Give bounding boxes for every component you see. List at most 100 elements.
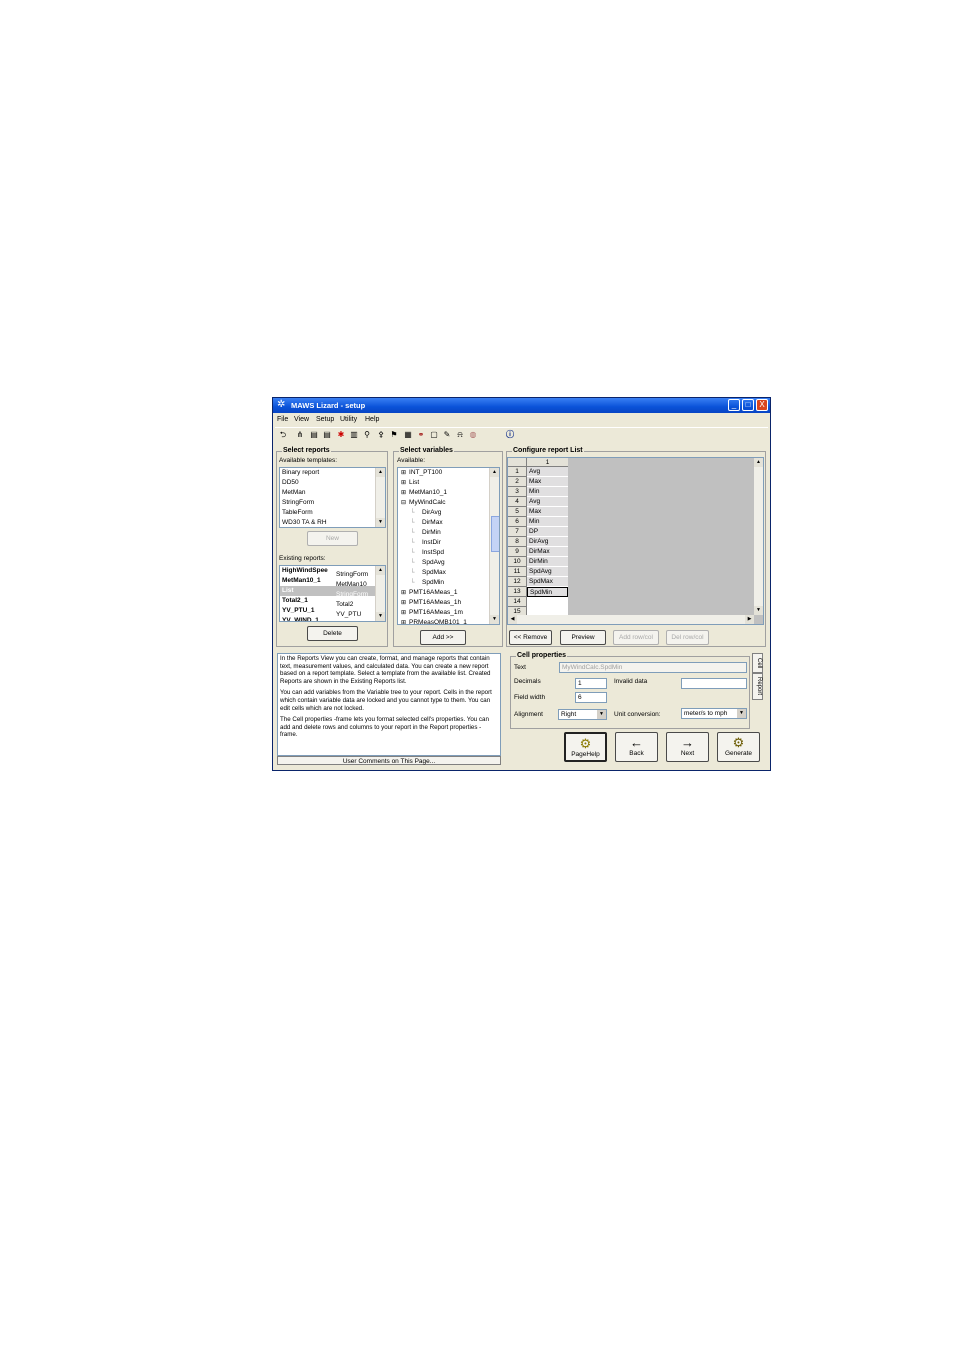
decimals-field[interactable]: 1 [575, 678, 607, 689]
preview-button[interactable]: Preview [560, 630, 606, 645]
expand-icon[interactable]: ⊞ [401, 470, 406, 476]
grid-cell[interactable]: DirMax [527, 547, 568, 557]
grid-cell[interactable]: Max [527, 477, 568, 487]
list-item[interactable]: WD30 TA & RH [280, 518, 385, 527]
grid-row-header[interactable]: 13 [508, 587, 527, 597]
grid-cell[interactable]: SpdAvg [527, 567, 568, 577]
grid-row-header[interactable]: 6 [508, 517, 527, 527]
templates-list[interactable]: Binary report DD50 MetMan StringForm Tab… [279, 467, 386, 528]
next-button[interactable]: → Next [666, 732, 709, 762]
document-icon[interactable]: ▢ [428, 429, 440, 441]
grid-cell[interactable]: Min [527, 517, 568, 527]
grid-cell[interactable] [527, 597, 568, 607]
table-icon[interactable]: ▦ [402, 429, 414, 441]
scroll-down-icon[interactable]: ▼ [376, 612, 385, 621]
variables-scrollbar[interactable]: ▲ ▼ [489, 468, 499, 624]
grid-column-header[interactable]: 1 [527, 458, 568, 467]
scroll-right-icon[interactable]: ▶ [745, 615, 754, 624]
grid-row-header[interactable]: 9 [508, 547, 527, 557]
existing-scrollbar[interactable]: ▲ ▼ [375, 566, 385, 621]
report-grid[interactable]: 1 1 Avg 2 Max 3 Min 4 Avg 5 Max 6 Min 7 DP 8 DirAvg 9 Dir… [507, 457, 764, 625]
tab-report[interactable]: Report [752, 673, 763, 700]
delete-report-button[interactable]: Delete [307, 626, 358, 641]
grid-cell[interactable]: DirMin [527, 557, 568, 567]
title-bar[interactable]: ✲ MAWS Lizard - setup _ □ X [273, 398, 770, 413]
scroll-down-icon[interactable]: ▼ [490, 615, 499, 624]
grid-row-header[interactable]: 3 [508, 487, 527, 497]
remove-button[interactable]: << Remove [509, 630, 552, 645]
tripod-icon[interactable]: ⚲ [361, 429, 373, 441]
existing-report-row[interactable]: Total2_1Total2 [280, 596, 385, 608]
expand-icon[interactable]: ⊞ [401, 610, 406, 616]
grid-vscrollbar[interactable]: ▲ ▼ [754, 458, 763, 615]
existing-report-row[interactable]: YV_PTU_1YV_PTU [280, 606, 385, 618]
tree-node[interactable]: └ DirMax [398, 518, 499, 528]
list-item[interactable]: MetMan [280, 488, 385, 498]
existing-reports-list[interactable]: HighWindSpeeStringForm MetMan10_1MetMan10… [279, 565, 386, 622]
tree-node[interactable]: └ SpdMin [398, 578, 499, 588]
tree-node[interactable]: └ SpdAvg [398, 558, 499, 568]
templates-scrollbar[interactable]: ▲ ▼ [375, 468, 385, 527]
menu-file[interactable]: File [277, 416, 288, 423]
tree-node[interactable]: └ InstSpd [398, 548, 499, 558]
scroll-down-icon[interactable]: ▼ [376, 518, 385, 527]
existing-report-row[interactable]: HighWindSpeeStringForm [280, 566, 385, 578]
generate-button[interactable]: ⚙ Generate [717, 732, 760, 762]
tree-node[interactable]: ⊞ PMT16AMeas_1m [398, 608, 499, 618]
network-icon[interactable]: ⋔ [294, 429, 306, 441]
scroll-down-icon[interactable]: ▼ [754, 606, 763, 615]
tree-node[interactable]: ⊞ PMT16AMeas_1 [398, 588, 499, 598]
collapse-icon[interactable]: ⊟ [401, 500, 406, 506]
expand-icon[interactable]: ⊞ [401, 490, 406, 496]
tree-node[interactable]: ⊞ MetMan10_1 [398, 488, 499, 498]
scroll-up-icon[interactable]: ▲ [376, 566, 385, 575]
field-width-field[interactable]: 6 [575, 692, 607, 703]
tree-node[interactable]: ⊞ PMT16AMeas_1h [398, 598, 499, 608]
cell-text-field[interactable]: MyWindCalc.SpdMin [559, 662, 747, 673]
menu-setup[interactable]: Setup [316, 416, 334, 423]
grid-row-header[interactable]: 14 [508, 597, 527, 607]
antenna-icon[interactable]: ⚴ [375, 429, 387, 441]
add-rowcol-button[interactable]: Add row/col [613, 630, 659, 645]
grid-icon[interactable]: ▥ [348, 429, 360, 441]
add-variable-button[interactable]: Add >> [420, 630, 466, 645]
grid-cell[interactable]: DirAvg [527, 537, 568, 547]
expand-icon[interactable]: ⊞ [401, 600, 406, 606]
tree-node[interactable]: └ InstDir [398, 538, 499, 548]
menu-help[interactable]: Help [365, 416, 379, 423]
new-report-button[interactable]: New [307, 531, 358, 546]
tree-node[interactable]: ⊞ INT_PT100 [398, 468, 499, 478]
grid-row-header[interactable]: 7 [508, 527, 527, 537]
grid-cell[interactable]: SpdMax [527, 577, 568, 587]
dev-config-icon[interactable]: ▤ [308, 429, 320, 441]
del-rowcol-button[interactable]: Del row/col [666, 630, 709, 645]
list-item[interactable]: Binary report [280, 468, 385, 478]
grid-cell[interactable]: Avg [527, 467, 568, 477]
list-item[interactable]: TableForm [280, 508, 385, 518]
pen-icon[interactable]: ✎ [441, 429, 453, 441]
grid-row-header[interactable]: 1 [508, 467, 527, 477]
grid-row-header[interactable]: 4 [508, 497, 527, 507]
scroll-up-icon[interactable]: ▲ [376, 468, 385, 477]
grid-hscrollbar[interactable]: ◀ ▶ [508, 615, 754, 624]
menu-view[interactable]: View [294, 416, 309, 423]
back-button[interactable]: ← Back [615, 732, 658, 762]
scroll-left-icon[interactable]: ◀ [508, 615, 517, 624]
grid-cell[interactable]: Min [527, 487, 568, 497]
variables-tree[interactable]: ⊞ INT_PT100 ⊞ List ⊞ MetMan10_1 ⊟ MyWindCalc └ Di… [397, 467, 500, 625]
grid-row-header[interactable]: 8 [508, 537, 527, 547]
grid-row-header[interactable]: 12 [508, 577, 527, 587]
expand-icon[interactable]: ⊞ [401, 590, 406, 596]
dev-config-2-icon[interactable]: ▤ [321, 429, 333, 441]
close-button[interactable]: X [756, 399, 768, 411]
cable-icon[interactable]: ⚭ [415, 429, 427, 441]
scroll-up-icon[interactable]: ▲ [754, 458, 763, 467]
list-item[interactable]: StringForm [280, 498, 385, 508]
grid-row-header[interactable]: 2 [508, 477, 527, 487]
scroll-thumb[interactable] [491, 516, 499, 552]
maximize-button[interactable]: □ [742, 399, 754, 411]
scroll-up-icon[interactable]: ▲ [490, 468, 499, 477]
tree-node[interactable]: ⊞ PRMeasQMB101_1 [398, 618, 499, 624]
back-arrow-icon[interactable]: ⮌ [277, 429, 289, 441]
grid-cell[interactable]: Max [527, 507, 568, 517]
